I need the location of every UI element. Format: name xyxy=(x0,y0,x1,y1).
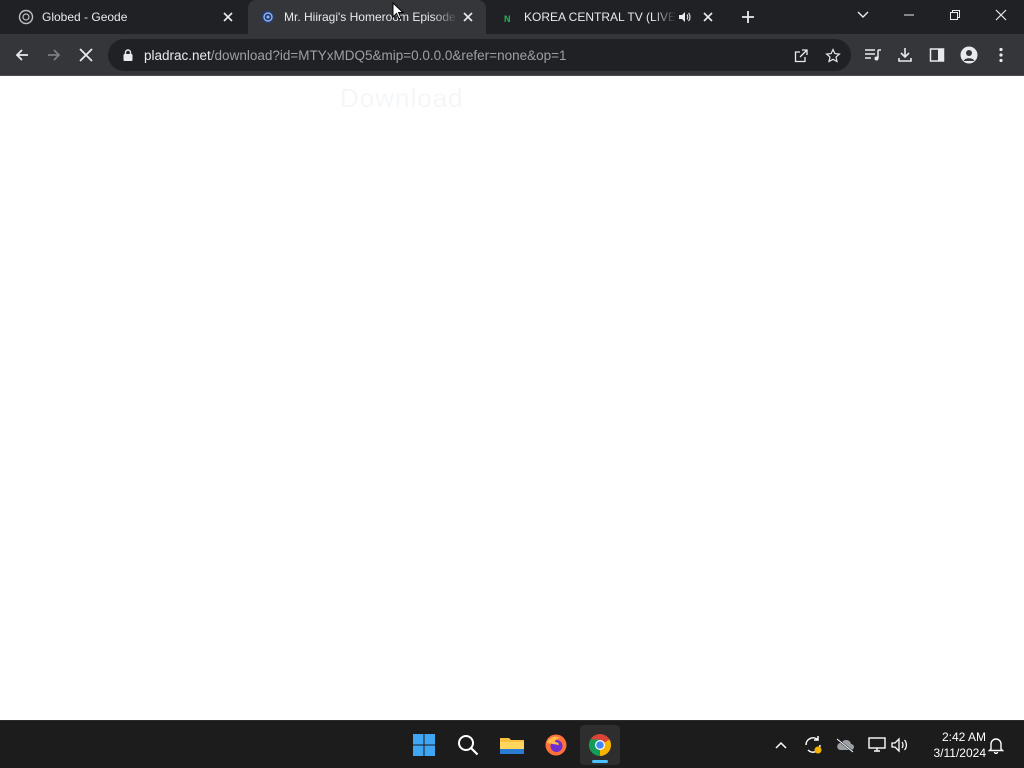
profile-button[interactable] xyxy=(953,39,985,71)
arrow-right-icon xyxy=(48,49,61,61)
menu-button[interactable] xyxy=(985,39,1017,71)
svg-text:N: N xyxy=(504,14,511,24)
system-clock[interactable]: 2:42 AM 3/11/2024 xyxy=(920,729,987,761)
chrome-button[interactable] xyxy=(580,725,620,765)
share-icon xyxy=(794,49,808,63)
volume-icon xyxy=(891,737,908,753)
show-hidden-icons-button[interactable] xyxy=(769,733,793,757)
chevron-down-icon xyxy=(857,11,869,18)
faint-page-text: Download xyxy=(340,83,464,113)
downloads-button[interactable] xyxy=(889,39,921,71)
star-icon xyxy=(825,48,841,63)
stop-loading-button[interactable] xyxy=(70,39,102,71)
tab-title: Globed - Geode xyxy=(42,10,128,24)
mouse-cursor-icon xyxy=(392,2,404,20)
share-button[interactable] xyxy=(789,44,813,68)
queue-music-icon xyxy=(865,49,881,61)
back-button[interactable] xyxy=(6,39,38,71)
close-tab-icon[interactable] xyxy=(458,7,478,27)
windows-start-icon xyxy=(413,734,435,756)
url-text: pladrac.net/download?id=MTYxMDQ5&mip=0.0… xyxy=(144,48,851,63)
close-icon xyxy=(995,9,1007,21)
network-icon xyxy=(868,737,886,752)
onedrive-tray-button[interactable] xyxy=(833,733,857,757)
notifications-button[interactable] xyxy=(984,733,1008,757)
start-button[interactable] xyxy=(404,725,444,765)
tab-globed-geode[interactable]: Globed - Geode xyxy=(6,0,246,34)
bell-icon xyxy=(988,738,1004,754)
audio-playing-icon[interactable] xyxy=(676,9,692,25)
close-tab-icon[interactable] xyxy=(698,7,718,27)
close-tab-icon[interactable] xyxy=(218,7,238,27)
chrome-icon xyxy=(589,734,611,756)
clock-time: 2:42 AM xyxy=(941,730,986,744)
page-content: Download xyxy=(0,77,1024,720)
taskbar: 2:42 AM 3/11/2024 xyxy=(0,720,1024,768)
new-tab-button[interactable] xyxy=(736,5,760,29)
url-path: /download?id=MTYxMDQ5&mip=0.0.0.0&refer=… xyxy=(210,47,567,63)
restore-icon xyxy=(950,10,960,20)
download-icon xyxy=(898,48,912,62)
network-tray-button[interactable] xyxy=(865,733,889,757)
forward-button[interactable] xyxy=(38,39,70,71)
tab-title: KOREA CENTRAL TV (LIVESTREAM xyxy=(524,10,676,24)
media-controls-button[interactable] xyxy=(857,39,889,71)
taskbar-search-button[interactable] xyxy=(448,725,488,765)
search-icon xyxy=(458,735,479,756)
more-vert-icon xyxy=(999,47,1003,63)
chevron-up-icon xyxy=(775,741,787,749)
close-icon xyxy=(79,48,93,62)
bookmark-button[interactable] xyxy=(821,44,845,68)
restore-button[interactable] xyxy=(932,0,978,30)
sync-icon xyxy=(805,736,822,754)
side-panel-button[interactable] xyxy=(921,39,953,71)
site-shield-icon xyxy=(260,9,276,25)
plus-icon xyxy=(742,11,754,23)
sync-tray-icon-button[interactable] xyxy=(801,733,825,757)
side-panel-icon xyxy=(929,48,945,62)
n-logo-icon: N xyxy=(500,9,516,25)
geode-icon xyxy=(18,9,34,25)
url-host: pladrac.net xyxy=(144,47,211,63)
file-explorer-button[interactable] xyxy=(492,725,532,765)
minimize-button[interactable] xyxy=(886,0,932,30)
address-bar[interactable]: pladrac.net/download?id=MTYxMDQ5&mip=0.0… xyxy=(108,39,851,71)
firefox-button[interactable] xyxy=(536,725,576,765)
tab-strip: Globed - Geode Mr. Hiiragi's Homeroom Ep… xyxy=(0,0,1024,34)
close-window-button[interactable] xyxy=(978,0,1024,30)
lock-icon[interactable] xyxy=(120,47,136,63)
tab-search-button[interactable] xyxy=(840,0,886,30)
file-explorer-icon xyxy=(500,738,524,754)
active-app-indicator xyxy=(592,760,608,763)
tab-title: Mr. Hiiragi's Homeroom Episode xyxy=(284,10,456,24)
arrow-left-icon xyxy=(15,49,28,61)
minimize-icon xyxy=(904,14,914,16)
firefox-icon xyxy=(545,734,567,756)
tab-homeroom[interactable]: Mr. Hiiragi's Homeroom Episode xyxy=(248,0,486,34)
clock-date: 3/11/2024 xyxy=(933,746,987,760)
cloud-off-icon xyxy=(836,738,854,753)
volume-tray-button[interactable] xyxy=(888,733,912,757)
profile-icon xyxy=(960,46,978,64)
browser-toolbar: pladrac.net/download?id=MTYxMDQ5&mip=0.0… xyxy=(0,34,1024,76)
tab-korea-central-tv[interactable]: N KOREA CENTRAL TV (LIVESTREAM xyxy=(488,0,726,34)
